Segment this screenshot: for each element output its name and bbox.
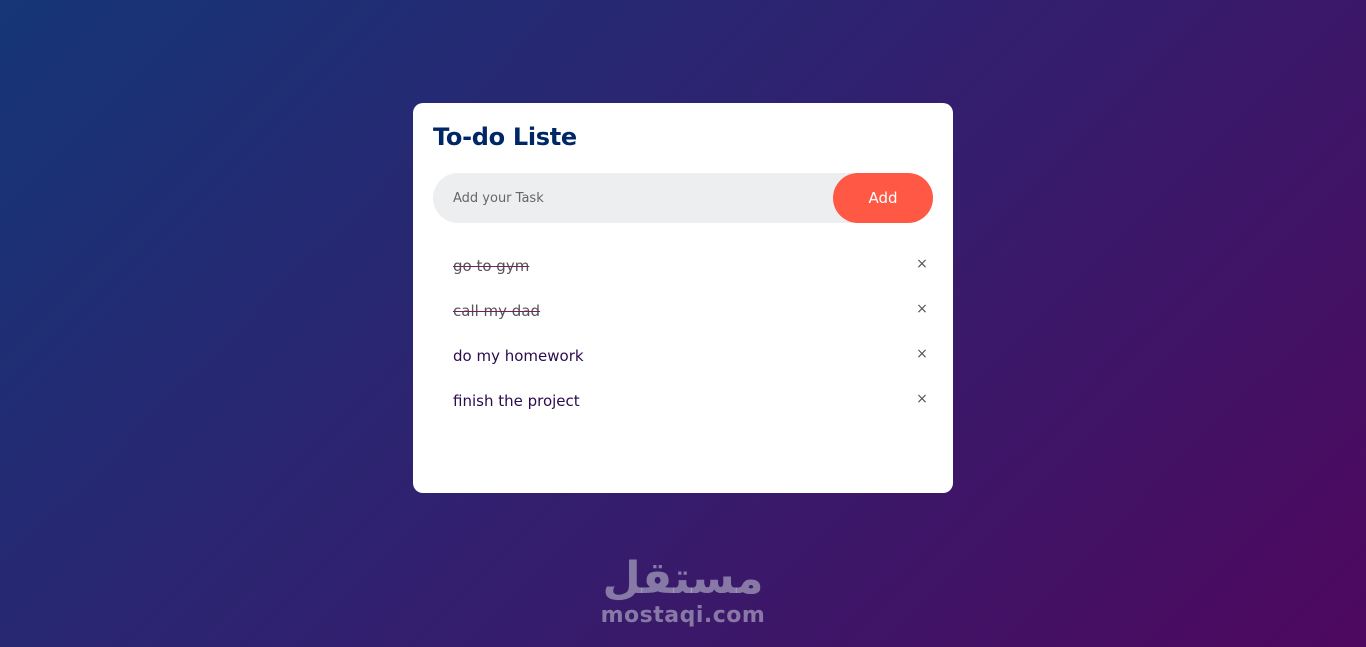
task-list: go to gym × call my dad × do my homework… xyxy=(433,243,933,423)
todo-card: To-do Liste Add go to gym × call my dad … xyxy=(413,103,953,493)
watermark-arabic-text: مستقل xyxy=(602,553,764,604)
task-item[interactable]: go to gym × xyxy=(433,243,933,288)
task-text: do my homework xyxy=(453,346,584,365)
task-text: call my dad xyxy=(453,301,541,320)
task-text: go to gym xyxy=(453,256,530,275)
watermark-logo: مستقل mostaqi.com xyxy=(600,555,766,629)
task-item[interactable]: call my dad × xyxy=(433,288,933,333)
task-item[interactable]: do my homework × xyxy=(433,333,933,378)
delete-icon[interactable]: × xyxy=(911,298,933,320)
add-button[interactable]: Add xyxy=(833,173,933,223)
delete-icon[interactable]: × xyxy=(911,253,933,275)
task-text: finish the project xyxy=(453,391,580,410)
delete-icon[interactable]: × xyxy=(911,388,933,410)
task-input-row: Add xyxy=(433,173,933,223)
task-input[interactable] xyxy=(433,189,833,207)
task-item[interactable]: finish the project × xyxy=(433,378,933,423)
watermark-domain-text: mostaqi.com xyxy=(600,603,766,628)
app-title: To-do Liste xyxy=(433,123,577,151)
delete-icon[interactable]: × xyxy=(911,343,933,365)
